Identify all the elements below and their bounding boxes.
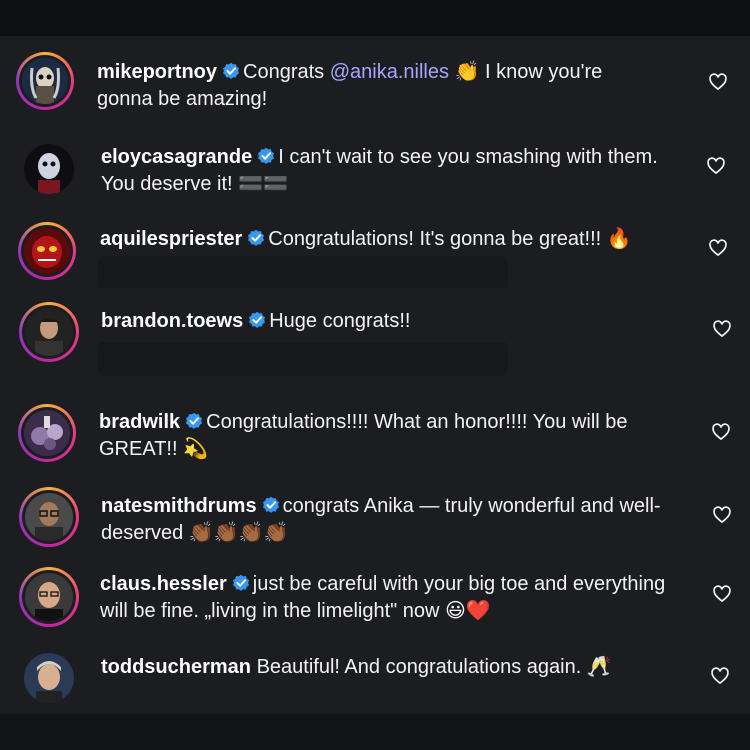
avatar-story-ring[interactable] bbox=[16, 52, 74, 110]
verified-badge-icon bbox=[262, 496, 279, 513]
comment-text: toddsucherman Beautiful! And congratulat… bbox=[101, 654, 691, 681]
like-heart-icon[interactable] bbox=[706, 156, 726, 176]
avatar-story-ring[interactable] bbox=[18, 222, 76, 280]
username[interactable]: claus.hessler bbox=[100, 573, 227, 595]
mention-link[interactable]: @anika.nilles bbox=[330, 61, 449, 83]
comment-text: brandon.toews Huge congrats!! bbox=[101, 308, 661, 335]
comment-row: brandon.toews Huge congrats!! bbox=[0, 288, 750, 388]
comment-text: bradwilk Congratulations!!!! What an hono… bbox=[99, 409, 689, 463]
like-heart-icon[interactable] bbox=[712, 584, 732, 604]
username[interactable]: aquilespriester bbox=[100, 228, 242, 250]
comment-text: aquilespriester Congratulations! It's gon… bbox=[100, 226, 660, 253]
glasses-avatar-icon bbox=[25, 493, 73, 541]
redacted-region bbox=[98, 342, 508, 376]
avatar-story-ring[interactable] bbox=[19, 567, 79, 627]
comment-text: eloycasagrande I can't wait to see you sm… bbox=[101, 144, 661, 198]
masked-avatar-icon[interactable] bbox=[24, 144, 74, 194]
like-heart-icon[interactable] bbox=[708, 238, 728, 258]
comment-body: Huge congrats!! bbox=[269, 310, 411, 332]
avatar-story-ring[interactable] bbox=[18, 404, 76, 462]
username[interactable]: mikeportnoy bbox=[97, 61, 217, 83]
username[interactable]: toddsucherman bbox=[101, 656, 251, 678]
avatar-story-ring[interactable] bbox=[19, 487, 79, 547]
comment-row: eloycasagrande I can't wait to see you sm… bbox=[0, 122, 750, 204]
top-bar bbox=[0, 0, 750, 36]
like-heart-icon[interactable] bbox=[710, 666, 730, 686]
username[interactable]: bradwilk bbox=[99, 411, 180, 433]
redacted-region bbox=[98, 256, 508, 290]
comment-row: aquilespriester Congratulations! It's gon… bbox=[0, 204, 750, 290]
verified-badge-icon bbox=[248, 229, 265, 246]
comment-body: Congratulations! It's gonna be great!!! … bbox=[268, 228, 632, 250]
comment-row: mikeportnoy Congrats @anika.nilles 👏 I kn… bbox=[0, 36, 750, 122]
grey-hair-avatar-icon[interactable] bbox=[24, 653, 74, 703]
like-heart-icon[interactable] bbox=[708, 72, 728, 92]
bald-man-avatar-icon bbox=[25, 573, 73, 621]
verified-badge-icon bbox=[186, 412, 203, 429]
comment-row: claus.hessler just be careful with your b… bbox=[0, 556, 750, 640]
username[interactable]: eloycasagrande bbox=[101, 146, 252, 168]
comment-body: Beautiful! And congratulations again. 🥂 bbox=[256, 656, 612, 678]
portrait-avatar-icon bbox=[25, 308, 73, 356]
comment-row: bradwilk Congratulations!!!! What an hono… bbox=[0, 388, 750, 472]
comment-row: toddsucherman Beautiful! And congratulat… bbox=[0, 640, 750, 714]
username[interactable]: natesmithdrums bbox=[101, 495, 257, 517]
verified-badge-icon bbox=[232, 574, 249, 591]
comment-row: natesmithdrums congrats Anika — truly won… bbox=[0, 472, 750, 556]
verified-badge-icon bbox=[258, 147, 275, 164]
verified-badge-icon bbox=[223, 62, 240, 79]
comment-text: mikeportnoy Congrats @anika.nilles 👏 I kn… bbox=[97, 59, 657, 113]
like-heart-icon[interactable] bbox=[711, 422, 731, 442]
comment-text: natesmithdrums congrats Anika — truly won… bbox=[101, 493, 691, 547]
red-mask-avatar-icon bbox=[24, 228, 70, 274]
username[interactable]: brandon.toews bbox=[101, 310, 243, 332]
like-heart-icon[interactable] bbox=[712, 319, 732, 339]
verified-badge-icon bbox=[249, 311, 266, 328]
comment-body: Congrats bbox=[243, 61, 325, 83]
skull-avatar-icon bbox=[22, 58, 68, 104]
avatar-story-ring[interactable] bbox=[19, 302, 79, 362]
drum-kit-avatar-icon bbox=[24, 410, 70, 456]
like-heart-icon[interactable] bbox=[712, 505, 732, 525]
comment-text: claus.hessler just be careful with your b… bbox=[100, 571, 690, 625]
